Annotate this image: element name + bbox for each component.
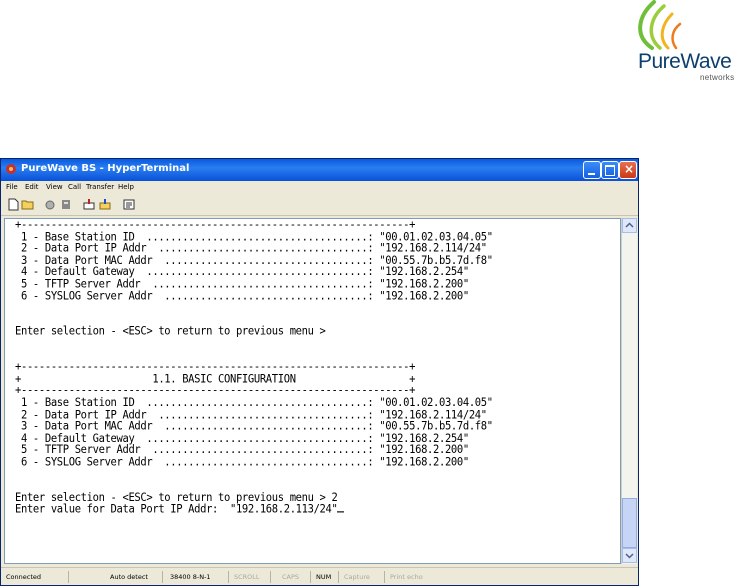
- status-capture: Capture: [341, 571, 385, 583]
- menu-file[interactable]: File: [6, 183, 18, 191]
- terminal-output: +---------------------------------------…: [15, 219, 493, 516]
- maximize-button[interactable]: [601, 161, 619, 179]
- terminal-input-line: Enter value for Data Port IP Addr: "192.…: [15, 502, 493, 517]
- menu-help[interactable]: Help: [118, 183, 134, 191]
- send-icon[interactable]: [82, 198, 96, 211]
- app-icon: [6, 164, 16, 174]
- terminal-line: 1 - Base Station ID ....................…: [15, 395, 493, 410]
- terminal-line: 6 - SYSLOG Server Addr .................…: [15, 289, 469, 303]
- status-print-echo: Print echo: [390, 573, 423, 581]
- minimize-icon: [588, 173, 595, 175]
- disconnect-icon[interactable]: [43, 198, 57, 211]
- maximize-icon: [605, 165, 615, 176]
- call-icon[interactable]: [59, 198, 73, 211]
- terminal-line: +---------------------------------------…: [15, 218, 416, 232]
- scroll-up-button[interactable]: [622, 218, 637, 233]
- receive-icon[interactable]: [98, 198, 112, 211]
- status-scroll: SCROLL: [231, 571, 271, 583]
- menu-view[interactable]: View: [46, 183, 63, 191]
- purewave-logo: PureWave networks: [624, 0, 742, 92]
- hyperterminal-window: PureWave BS - HyperTerminal × File Edit …: [0, 158, 639, 586]
- vertical-scrollbar[interactable]: [621, 218, 637, 564]
- terminal-prompt: Enter value for Data Port IP Addr: "192.…: [15, 502, 338, 517]
- status-num: NUM: [313, 571, 339, 583]
- chevron-down-icon: [625, 553, 634, 559]
- status-bar: Connected 0:00:18 Auto detect 38400 8-N-…: [1, 567, 638, 585]
- logo-brand-name: PureWave: [638, 50, 732, 73]
- terminal-line: Enter selection - <ESC> to return to pre…: [15, 324, 326, 339]
- menu-bar: File Edit View Call Transfer Help: [1, 181, 638, 195]
- terminal-line: 6 - SYSLOG Server Addr .................…: [15, 455, 469, 469]
- status-port-settings: 38400 8-N-1: [167, 571, 229, 583]
- chevron-up-icon: [625, 222, 634, 228]
- terminal-line: 3 - Data Port MAC Addr .................…: [15, 419, 493, 434]
- logo-brand-subtitle: networks: [700, 73, 735, 82]
- status-caps: CAPS: [279, 571, 311, 583]
- properties-icon[interactable]: [122, 198, 136, 211]
- status-detect: Auto detect: [107, 571, 163, 583]
- new-icon[interactable]: [6, 198, 20, 211]
- window-title: PureWave BS - HyperTerminal: [21, 163, 190, 174]
- menu-edit[interactable]: Edit: [25, 183, 39, 191]
- scroll-thumb[interactable]: [622, 498, 637, 548]
- terminal-screen[interactable]: +---------------------------------------…: [4, 218, 621, 564]
- close-icon: ×: [624, 162, 635, 176]
- title-bar[interactable]: PureWave BS - HyperTerminal ×: [1, 159, 638, 181]
- menu-transfer[interactable]: Transfer: [86, 183, 114, 191]
- scroll-down-button[interactable]: [622, 548, 637, 563]
- close-button[interactable]: ×: [619, 161, 637, 179]
- menu-call[interactable]: Call: [68, 183, 81, 191]
- minimize-button[interactable]: [583, 161, 601, 179]
- toolbar: [1, 195, 638, 216]
- open-icon[interactable]: [21, 198, 35, 211]
- terminal-line: 5 - TFTP Server Addr ...................…: [15, 277, 469, 291]
- status-connected: Connected 0:00:18: [3, 571, 69, 583]
- text-cursor: [337, 511, 345, 513]
